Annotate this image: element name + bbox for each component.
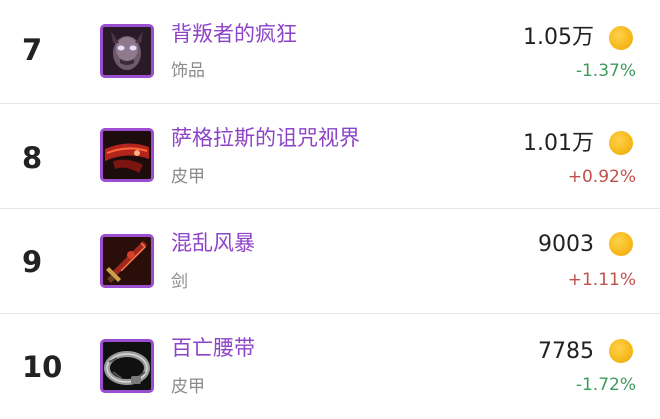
gold-coin-icon — [609, 26, 633, 50]
item-name[interactable]: 混乱风暴 — [171, 229, 255, 257]
list-item[interactable]: 8 萨格拉斯的诅咒视界 皮甲 1.01万 +0.92% — [0, 104, 660, 209]
item-price: 1.05万 — [523, 25, 594, 50]
list-item[interactable]: 9 混乱风暴 剑 9003 +1.11% — [0, 209, 660, 314]
gold-coin-icon — [609, 232, 633, 256]
red-blindfold-icon[interactable] — [100, 128, 154, 182]
item-category: 皮甲 — [171, 377, 205, 397]
rank-number: 10 — [22, 350, 63, 384]
price-change: -1.72% — [575, 375, 636, 395]
list-item[interactable]: 10 百亡腰带 皮甲 7785 -1.72% — [0, 314, 660, 419]
item-category: 饰品 — [171, 61, 205, 81]
chaos-sword-icon[interactable] — [100, 234, 154, 288]
item-name[interactable]: 萨格拉斯的诅咒视界 — [171, 124, 360, 152]
item-category: 剑 — [171, 272, 188, 292]
item-name[interactable]: 背叛者的疯狂 — [171, 20, 297, 48]
price-ranking-list: 7 背叛者的疯狂 饰品 1.05万 -1.37% 8 萨格拉斯的诅咒视界 皮甲 … — [0, 0, 660, 419]
price-change: +0.92% — [567, 167, 636, 187]
rank-number: 8 — [22, 141, 43, 175]
item-price: 7785 — [538, 339, 594, 364]
price-change: -1.37% — [575, 61, 636, 81]
price-change: +1.11% — [567, 270, 636, 290]
rank-number: 7 — [22, 33, 43, 67]
list-item[interactable]: 7 背叛者的疯狂 饰品 1.05万 -1.37% — [0, 0, 660, 104]
item-price: 9003 — [538, 232, 594, 257]
item-price: 1.01万 — [523, 131, 594, 156]
item-name[interactable]: 百亡腰带 — [171, 334, 255, 362]
rank-number: 9 — [22, 245, 43, 279]
belt-icon[interactable] — [100, 339, 154, 393]
betrayer-skull-icon[interactable] — [100, 24, 154, 78]
gold-coin-icon — [609, 339, 633, 363]
gold-coin-icon — [609, 131, 633, 155]
item-category: 皮甲 — [171, 167, 205, 187]
